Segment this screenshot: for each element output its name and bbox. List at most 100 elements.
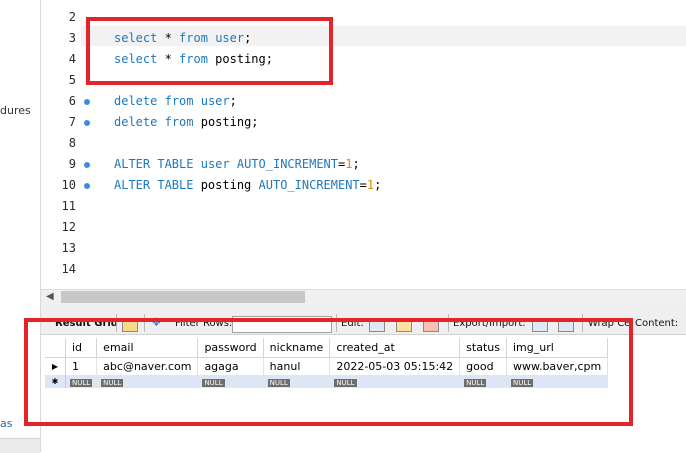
toolbar-separator bbox=[582, 314, 583, 332]
grid-view-icon[interactable] bbox=[122, 318, 138, 332]
filter-icon[interactable]: ❖ bbox=[151, 315, 162, 329]
code-line[interactable]: ALTER TABLE user AUTO_INCREMENT=1; bbox=[114, 157, 360, 171]
statement-marker-icon[interactable] bbox=[84, 183, 90, 189]
navigator-footer bbox=[0, 438, 40, 453]
line-number: 2 bbox=[68, 10, 76, 24]
filter-rows-label: Filter Rows: bbox=[175, 318, 233, 329]
code-line[interactable]: delete from user; bbox=[114, 94, 237, 108]
null-cell[interactable]: NULL bbox=[96, 375, 199, 388]
sql-text: posting; bbox=[193, 115, 259, 129]
null-cell[interactable]: NULL bbox=[263, 375, 331, 388]
sql-keyword: ALTER TABLE bbox=[114, 178, 194, 192]
null-badge: NULL bbox=[334, 379, 357, 387]
cell-password[interactable]: agaga bbox=[197, 357, 264, 375]
code-line[interactable]: ALTER TABLE posting AUTO_INCREMENT=1; bbox=[114, 178, 381, 192]
delete-row-icon[interactable] bbox=[423, 318, 439, 332]
navigator-panel bbox=[0, 0, 41, 452]
line-number: 11 bbox=[61, 199, 76, 213]
sql-keyword: delete bbox=[114, 115, 158, 129]
cell-status[interactable]: good bbox=[459, 357, 507, 375]
insert-row-icon[interactable] bbox=[396, 318, 412, 332]
sql-text: ; bbox=[244, 31, 252, 45]
row-selector-arrow-icon[interactable]: ▶ bbox=[45, 357, 66, 375]
sql-text: ; bbox=[229, 94, 237, 108]
navigator-bottom-tab[interactable]: as bbox=[0, 417, 12, 430]
statement-marker-icon[interactable] bbox=[84, 162, 90, 168]
cell-img-url[interactable]: www.baver,cpm bbox=[506, 357, 609, 375]
line-number: 7 bbox=[68, 115, 76, 129]
sql-keyword: from bbox=[164, 115, 194, 129]
new-row-placeholder[interactable]: ✱ NULL NULL NULL NULL NULL NULL NULL bbox=[45, 375, 609, 388]
sql-text: posting bbox=[193, 178, 259, 192]
export-import-label: Export/Import: bbox=[453, 318, 526, 329]
result-grid-table[interactable]: id email password nickname created_at status i… bbox=[45, 338, 609, 388]
export-icon[interactable] bbox=[532, 318, 548, 332]
sql-keyword: from bbox=[164, 94, 194, 108]
column-header-password[interactable]: password bbox=[197, 338, 264, 358]
null-cell[interactable]: NULL bbox=[459, 375, 507, 388]
column-header-created-at[interactable]: created_at bbox=[329, 338, 461, 358]
scroll-left-arrow-icon[interactable]: ◀ bbox=[46, 291, 54, 302]
null-cell[interactable]: NULL bbox=[506, 375, 609, 388]
sql-text: * bbox=[157, 52, 180, 66]
line-number: 12 bbox=[61, 220, 76, 234]
sql-keyword: AUTO_INCREMENT bbox=[258, 178, 360, 192]
line-number: 13 bbox=[61, 241, 76, 255]
toolbar-separator bbox=[336, 314, 337, 332]
column-header-img-url[interactable]: img_url bbox=[506, 338, 609, 358]
code-line[interactable]: select * from posting; bbox=[114, 52, 273, 66]
column-header-email[interactable]: email bbox=[96, 338, 199, 358]
sql-keyword: select bbox=[114, 52, 158, 66]
column-header-nickname[interactable]: nickname bbox=[263, 338, 331, 358]
column-header-id[interactable]: id bbox=[65, 338, 98, 358]
statement-marker-icon[interactable] bbox=[84, 99, 90, 105]
toolbar-separator bbox=[144, 314, 145, 332]
null-badge: NULL bbox=[70, 379, 93, 387]
edit-label: Edit: bbox=[341, 318, 364, 329]
sql-keyword: user bbox=[200, 157, 230, 171]
cell-nickname[interactable]: hanul bbox=[263, 357, 331, 375]
line-number: 14 bbox=[61, 262, 76, 276]
filter-rows-input[interactable] bbox=[232, 316, 332, 333]
new-row-star-icon: ✱ bbox=[45, 375, 66, 388]
import-icon[interactable] bbox=[558, 318, 574, 332]
toolbar-separator bbox=[448, 314, 449, 332]
cell-created-at[interactable]: 2022-05-03 05:15:42 bbox=[329, 357, 461, 375]
edit-row-icon[interactable] bbox=[369, 318, 385, 332]
cell-email[interactable]: abc@naver.com bbox=[96, 357, 199, 375]
null-cell[interactable]: NULL bbox=[197, 375, 264, 388]
null-badge: NULL bbox=[101, 379, 124, 387]
line-number: 6 bbox=[68, 94, 76, 108]
result-grid-tab[interactable]: Result Grid bbox=[55, 318, 118, 329]
table-row[interactable]: ▶ 1 abc@naver.com agaga hanul 2022-05-03 05:1… bbox=[45, 357, 609, 375]
cell-id[interactable]: 1 bbox=[65, 357, 98, 375]
line-number: 3 bbox=[68, 31, 76, 45]
content-label: Content: bbox=[635, 318, 679, 329]
column-header-status[interactable]: status bbox=[459, 338, 507, 358]
null-cell[interactable]: NULL bbox=[65, 375, 98, 388]
scrollbar-thumb[interactable] bbox=[61, 291, 305, 303]
sql-text: ; bbox=[374, 178, 382, 192]
line-number: 9 bbox=[68, 157, 76, 171]
navigator-stored-procedures-item[interactable]: dures bbox=[0, 104, 31, 117]
code-line[interactable]: select * from user; bbox=[114, 31, 251, 45]
line-number: 10 bbox=[61, 178, 76, 192]
sql-keyword: from bbox=[179, 31, 208, 45]
statement-marker-icon[interactable] bbox=[84, 120, 90, 126]
null-cell[interactable]: NULL bbox=[329, 375, 461, 388]
sql-keyword: AUTO_INCREMENT bbox=[236, 157, 339, 171]
line-number: 5 bbox=[68, 73, 76, 87]
sql-keyword: select bbox=[114, 31, 158, 45]
code-line[interactable]: delete from posting; bbox=[114, 115, 259, 129]
sql-text: = bbox=[359, 178, 367, 192]
sql-keyword: delete bbox=[114, 94, 158, 108]
null-badge: NULL bbox=[464, 379, 487, 387]
line-number: 4 bbox=[68, 52, 76, 66]
sql-keyword: user bbox=[200, 94, 230, 108]
sql-keyword: user bbox=[215, 31, 245, 45]
wrap-cell-content-label[interactable]: Wrap Ce bbox=[588, 318, 630, 329]
